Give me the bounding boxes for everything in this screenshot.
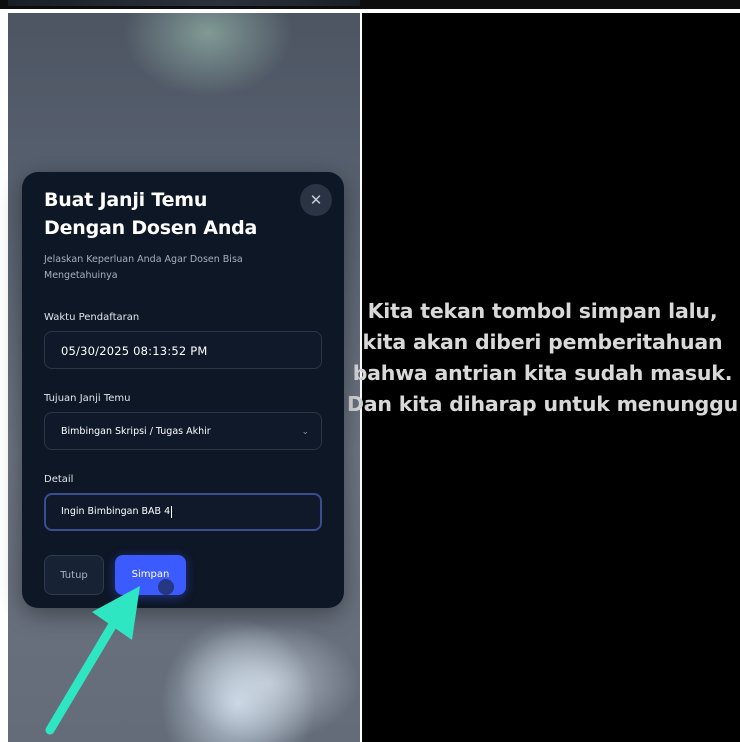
arrow-head [92, 586, 140, 640]
video-frame: Kita tekan tombol simpan lalu, kita akan… [0, 0, 740, 742]
arrow-shaft [45, 621, 117, 735]
pointer-arrow-icon [45, 586, 140, 735]
